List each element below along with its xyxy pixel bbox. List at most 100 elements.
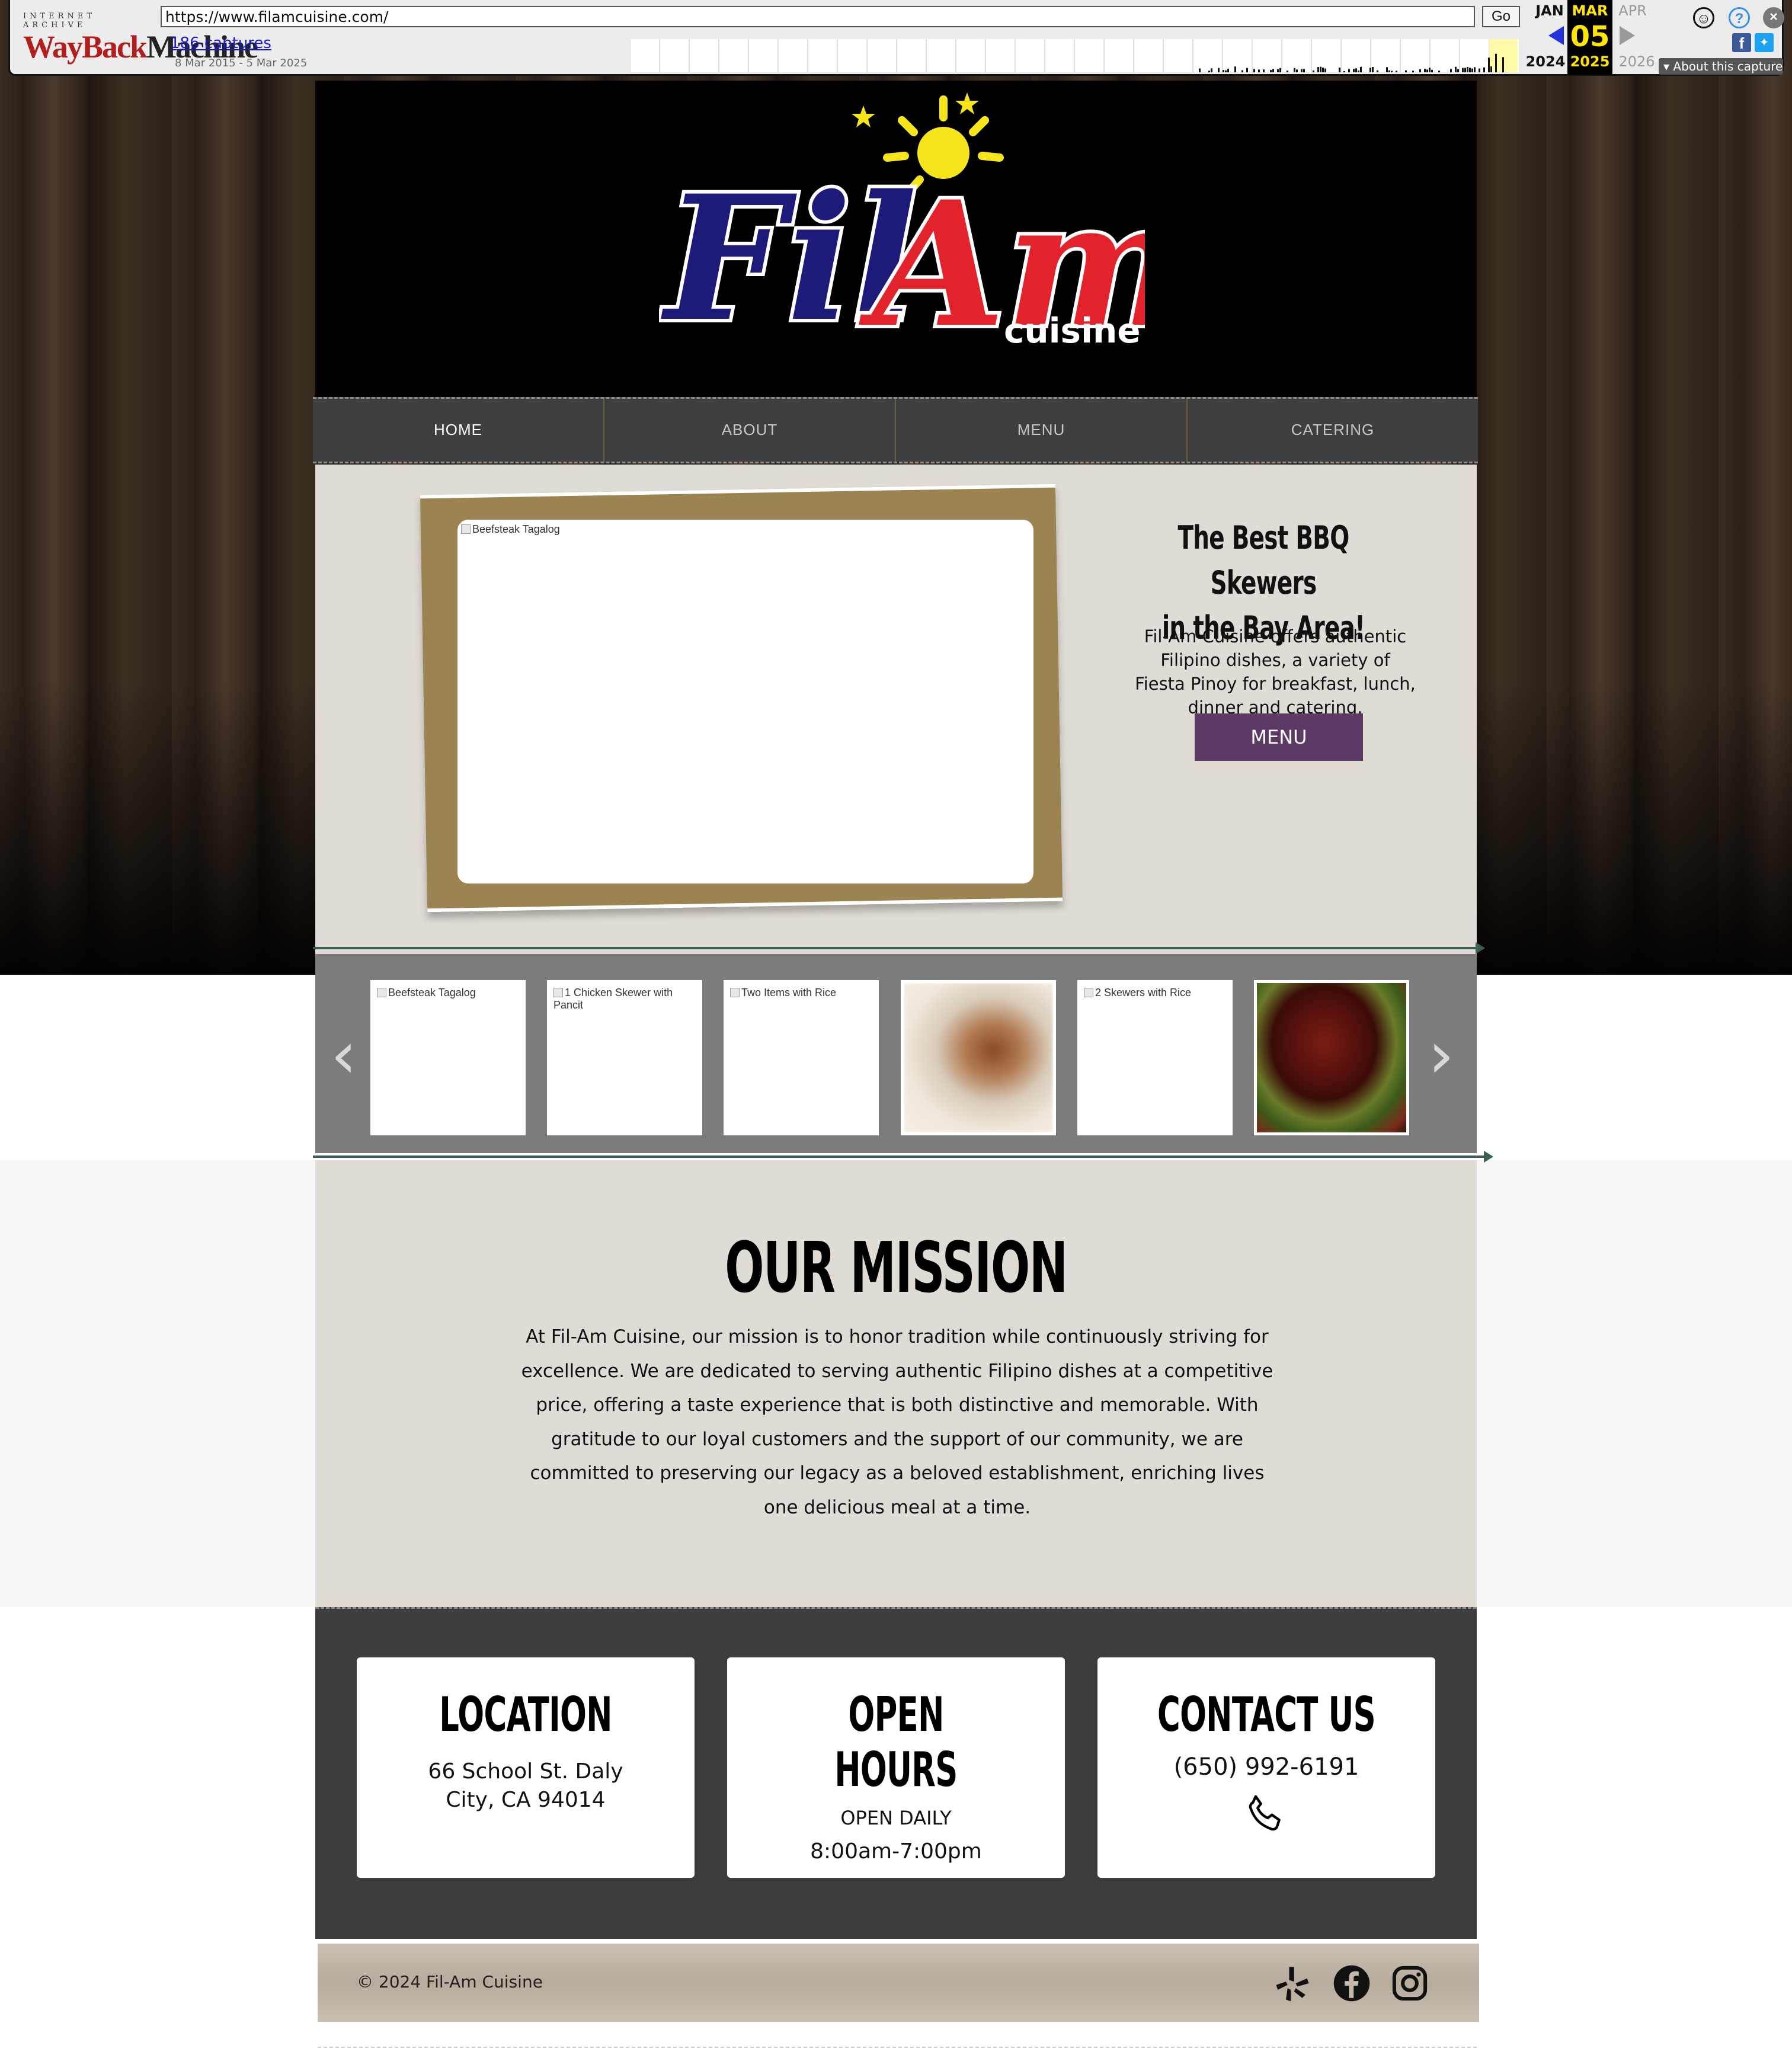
instagram-icon[interactable] — [1390, 1964, 1429, 2003]
hero-menu-button[interactable]: MENU — [1195, 713, 1363, 761]
wayback-capture-sparkline[interactable] — [630, 39, 1519, 72]
wayback-about-capture-button[interactable]: ▾ About this capture — [1659, 58, 1783, 75]
hours-open-daily: OPEN DAILY — [840, 1807, 952, 1829]
sparkline-bar — [1471, 68, 1473, 72]
wayback-current-day: 05 — [1570, 20, 1610, 53]
wayback-logo-top: INTERNET ARCHIVE — [23, 12, 95, 30]
gallery-thumb[interactable]: 1 Chicken Skewer with Pancit — [547, 980, 702, 1135]
hero-section: Beefsteak Tagalog The Best BBQ Skewers i… — [315, 465, 1477, 954]
sparkline-bar — [1405, 70, 1407, 72]
footer-divider — [318, 2047, 1477, 2048]
sparkline-bar — [1474, 67, 1476, 72]
sparkline-bar — [1431, 69, 1433, 72]
gallery-thumb[interactable] — [1254, 980, 1409, 1135]
mission-section: OUR MISSION At Fil-Am Cuisine, our missi… — [315, 1160, 1477, 1607]
sparkline-bar — [1199, 68, 1201, 72]
sparkline-bar — [1412, 71, 1414, 72]
sparkline-bar — [1464, 68, 1466, 72]
sparkline-bar — [1358, 70, 1359, 72]
wayback-toolbar: INTERNET ARCHIVE WayBackMachine https://… — [8, 0, 1784, 76]
hero-title-line1: The Best BBQ Skewers — [1177, 519, 1349, 601]
wayback-prev-year[interactable]: 2024 — [1525, 53, 1566, 70]
wayback-go-button[interactable]: Go — [1482, 6, 1520, 27]
wayback-captures-link[interactable]: 186 captures — [170, 34, 271, 52]
sparkline-bar — [1457, 69, 1459, 72]
contact-card: CONTACT US (650) 992-6191 — [1097, 1657, 1435, 1878]
sparkline-bar — [1227, 69, 1229, 72]
gallery-thumb[interactable]: 2 Skewers with Rice — [1077, 980, 1233, 1135]
wayback-twitter-share-icon[interactable]: ✦ — [1755, 33, 1774, 52]
sparkline-bar — [1488, 57, 1490, 72]
wayback-next-capture-arrow-icon — [1620, 26, 1635, 45]
yelp-icon[interactable] — [1273, 1964, 1312, 2003]
gallery-prev-arrow-icon[interactable]: ‹ — [331, 1022, 357, 1087]
main-nav: HOME ABOUT MENU CATERING — [313, 397, 1478, 463]
wayback-next-month: APR — [1618, 2, 1647, 19]
sparkline-bar — [1343, 71, 1345, 72]
wayback-current-month: MAR — [1572, 2, 1608, 19]
wayback-url-input[interactable]: https://www.filamcuisine.com/ — [161, 6, 1475, 27]
sparkline-bar — [1438, 71, 1440, 72]
sparkline-bar — [1353, 69, 1355, 72]
copyright-text: © 2024 Fil-Am Cuisine — [357, 1972, 543, 1992]
location-card: LOCATION 66 School St. Daly City, CA 940… — [357, 1657, 695, 1878]
food-gallery: ‹ Beefsteak Tagalog 1 Chicken Skewer wit… — [315, 954, 1477, 1153]
sparkline-bar — [1218, 68, 1220, 72]
sparkline-bar — [1429, 68, 1431, 72]
blurred-food-photo — [904, 983, 1053, 1132]
sparkline-bar — [1462, 68, 1464, 72]
wayback-user-icon[interactable]: ☺ — [1693, 7, 1714, 28]
sparkline-bar — [1294, 68, 1295, 72]
sparkline-bar — [1223, 70, 1224, 72]
nav-catering[interactable]: CATERING — [1188, 399, 1478, 462]
location-address-line2: City, CA 94014 — [446, 1788, 606, 1812]
facebook-icon[interactable] — [1332, 1964, 1371, 2003]
wayback-prev-capture-arrow-icon[interactable] — [1548, 26, 1564, 45]
wayback-help-icon[interactable]: ? — [1729, 7, 1750, 28]
gallery-thumb-alt: 1 Chicken Skewer with Pancit — [550, 983, 699, 1012]
hero-image-alt: Beefsteak Tagalog — [457, 520, 1033, 536]
contact-title: CONTACT US — [1157, 1687, 1376, 1742]
gallery-next-arrow-icon[interactable]: › — [1428, 1022, 1454, 1087]
site-header: Fil Am cuisine — [315, 81, 1477, 397]
nav-home[interactable]: HOME — [313, 399, 604, 462]
hours-time: 8:00am-7:00pm — [810, 1839, 982, 1864]
nav-menu[interactable]: MENU — [896, 399, 1188, 462]
sparkline-bar — [1313, 70, 1314, 72]
location-title: LOCATION — [439, 1687, 612, 1742]
sparkline-bar — [1225, 70, 1227, 72]
contact-phone[interactable]: (650) 992-6191 — [1097, 1753, 1435, 1781]
sparkline-bar — [1263, 69, 1265, 72]
wayback-facebook-share-icon[interactable]: f — [1732, 33, 1751, 52]
wayback-about-label: About this capture — [1673, 59, 1783, 73]
gallery-thumb[interactable]: Beefsteak Tagalog — [370, 980, 526, 1135]
logo-cuisine-text: cuisine — [1004, 311, 1141, 351]
gallery-top-divider — [313, 942, 1485, 954]
sparkline-bar — [1279, 68, 1281, 72]
wayback-prev-month[interactable]: JAN — [1533, 2, 1566, 19]
hero-image: Beefsteak Tagalog — [457, 520, 1033, 884]
star-right-icon — [955, 92, 979, 114]
sparkline-bar — [1396, 71, 1397, 72]
sparkline-bar — [1317, 67, 1319, 72]
sparkline-bar — [1322, 68, 1324, 72]
wayback-close-icon[interactable]: × — [1763, 7, 1784, 28]
wayback-logo[interactable]: INTERNET ARCHIVE WayBackMachine — [23, 12, 258, 65]
wayback-next-year: 2026 — [1618, 53, 1655, 70]
sparkline-bar — [1469, 68, 1471, 72]
wayback-date-range: 8 Mar 2015 - 5 Mar 2025 — [175, 57, 308, 69]
sparkline-bar — [1426, 69, 1428, 72]
sparkline-bar — [1372, 67, 1374, 72]
sparkline-bar — [1490, 66, 1492, 72]
hero-description: Fil-Am Cuisine offers authentic Filipino… — [1135, 626, 1416, 718]
nav-about[interactable]: ABOUT — [604, 399, 896, 462]
sparkline-bar — [1234, 66, 1236, 72]
gallery-thumb[interactable]: Two Items with Rice — [724, 980, 879, 1135]
sparkline-bar — [1391, 71, 1393, 72]
gallery-thumb-alt: Beefsteak Tagalog — [373, 983, 523, 999]
phone-icon[interactable] — [1243, 1790, 1290, 1837]
site-footer: © 2024 Fil-Am Cuisine — [318, 1944, 1479, 2022]
gallery-thumb[interactable] — [901, 980, 1056, 1135]
filam-cuisine-logo[interactable]: Fil Am cuisine — [659, 88, 1145, 390]
gallery-bottom-divider — [313, 1151, 1493, 1163]
